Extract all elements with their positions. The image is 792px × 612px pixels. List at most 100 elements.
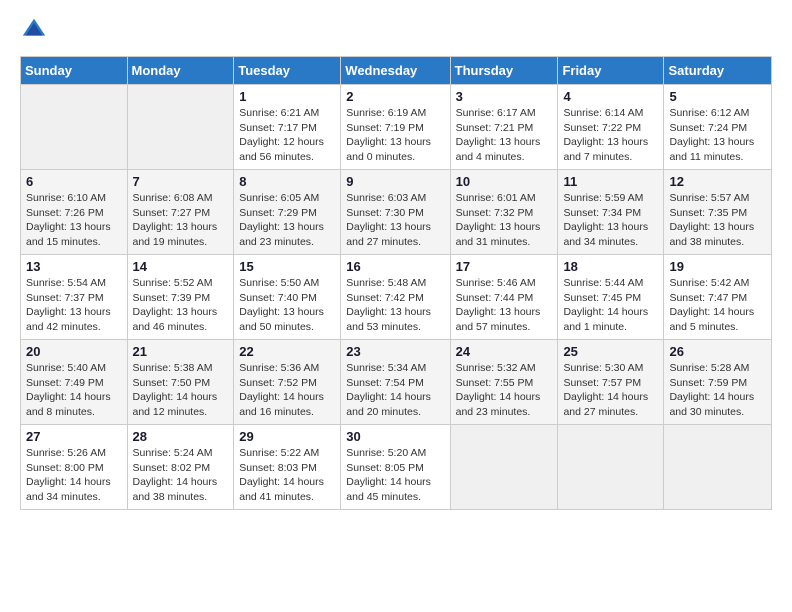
day-of-week-header: Sunday (21, 57, 128, 85)
day-info: Sunrise: 5:40 AMSunset: 7:49 PMDaylight:… (26, 361, 122, 420)
day-number: 22 (239, 344, 335, 359)
day-info: Sunrise: 5:48 AMSunset: 7:42 PMDaylight:… (346, 276, 444, 335)
day-number: 13 (26, 259, 122, 274)
day-info: Sunrise: 6:08 AMSunset: 7:27 PMDaylight:… (133, 191, 229, 250)
day-number: 6 (26, 174, 122, 189)
day-info: Sunrise: 6:21 AMSunset: 7:17 PMDaylight:… (239, 106, 335, 165)
day-number: 4 (563, 89, 658, 104)
day-number: 5 (669, 89, 766, 104)
calendar-cell: 29Sunrise: 5:22 AMSunset: 8:03 PMDayligh… (234, 425, 341, 510)
calendar-cell (450, 425, 558, 510)
day-info: Sunrise: 5:24 AMSunset: 8:02 PMDaylight:… (133, 446, 229, 505)
calendar-cell: 5 Sunrise: 6:12 AMSunset: 7:24 PMDaylight… (664, 85, 772, 170)
day-number: 19 (669, 259, 766, 274)
day-info: Sunrise: 5:57 AMSunset: 7:35 PMDaylight:… (669, 191, 766, 250)
calendar-cell: 30 Sunrise: 5:20 AMSunset: 8:05 PMDayligh… (341, 425, 450, 510)
calendar-cell: 14 Sunrise: 5:52 AMSunset: 7:39 PMDayligh… (127, 255, 234, 340)
calendar-cell: 19 Sunrise: 5:42 AMSunset: 7:47 PMDayligh… (664, 255, 772, 340)
calendar-cell: 13Sunrise: 5:54 AMSunset: 7:37 PMDayligh… (21, 255, 128, 340)
day-number: 25 (563, 344, 658, 359)
day-info: Sunrise: 5:38 AMSunset: 7:50 PMDaylight:… (133, 361, 229, 420)
day-info: Sunrise: 5:46 AMSunset: 7:44 PMDaylight:… (456, 276, 553, 335)
day-info: Sunrise: 5:34 AMSunset: 7:54 PMDaylight:… (346, 361, 444, 420)
calendar-cell: 11 Sunrise: 5:59 AMSunset: 7:34 PMDayligh… (558, 170, 664, 255)
calendar-cell: 10 Sunrise: 6:01 AMSunset: 7:32 PMDayligh… (450, 170, 558, 255)
day-of-week-header: Friday (558, 57, 664, 85)
day-of-week-header: Tuesday (234, 57, 341, 85)
day-info: Sunrise: 6:10 AMSunset: 7:26 PMDaylight:… (26, 191, 122, 250)
day-info: Sunrise: 5:52 AMSunset: 7:39 PMDaylight:… (133, 276, 229, 335)
day-number: 11 (563, 174, 658, 189)
day-info: Sunrise: 6:05 AMSunset: 7:29 PMDaylight:… (239, 191, 335, 250)
calendar-cell: 24 Sunrise: 5:32 AMSunset: 7:55 PMDayligh… (450, 340, 558, 425)
day-number: 30 (346, 429, 444, 444)
day-number: 9 (346, 174, 444, 189)
calendar-cell: 22Sunrise: 5:36 AMSunset: 7:52 PMDayligh… (234, 340, 341, 425)
calendar-cell: 18 Sunrise: 5:44 AMSunset: 7:45 PMDayligh… (558, 255, 664, 340)
calendar-cell (664, 425, 772, 510)
day-number: 21 (133, 344, 229, 359)
day-number: 18 (563, 259, 658, 274)
day-info: Sunrise: 6:12 AMSunset: 7:24 PMDaylight:… (669, 106, 766, 165)
calendar-cell: 1 Sunrise: 6:21 AMSunset: 7:17 PMDaylight… (234, 85, 341, 170)
day-number: 27 (26, 429, 122, 444)
day-number: 3 (456, 89, 553, 104)
day-of-week-header: Monday (127, 57, 234, 85)
day-number: 16 (346, 259, 444, 274)
day-of-week-header: Saturday (664, 57, 772, 85)
page-header (20, 16, 772, 44)
calendar-cell: 26 Sunrise: 5:28 AMSunset: 7:59 PMDayligh… (664, 340, 772, 425)
day-info: Sunrise: 5:26 AMSunset: 8:00 PMDaylight:… (26, 446, 122, 505)
day-info: Sunrise: 5:28 AMSunset: 7:59 PMDaylight:… (669, 361, 766, 420)
day-number: 20 (26, 344, 122, 359)
day-number: 23 (346, 344, 444, 359)
day-info: Sunrise: 5:59 AMSunset: 7:34 PMDaylight:… (563, 191, 658, 250)
calendar-cell: 7 Sunrise: 6:08 AMSunset: 7:27 PMDaylight… (127, 170, 234, 255)
day-info: Sunrise: 6:01 AMSunset: 7:32 PMDaylight:… (456, 191, 553, 250)
day-info: Sunrise: 5:42 AMSunset: 7:47 PMDaylight:… (669, 276, 766, 335)
day-number: 24 (456, 344, 553, 359)
day-number: 2 (346, 89, 444, 104)
calendar-cell: 21 Sunrise: 5:38 AMSunset: 7:50 PMDayligh… (127, 340, 234, 425)
day-info: Sunrise: 5:44 AMSunset: 7:45 PMDaylight:… (563, 276, 658, 335)
day-info: Sunrise: 5:20 AMSunset: 8:05 PMDaylight:… (346, 446, 444, 505)
calendar-cell: 4 Sunrise: 6:14 AMSunset: 7:22 PMDaylight… (558, 85, 664, 170)
day-number: 15 (239, 259, 335, 274)
calendar-cell: 3 Sunrise: 6:17 AMSunset: 7:21 PMDaylight… (450, 85, 558, 170)
day-info: Sunrise: 6:03 AMSunset: 7:30 PMDaylight:… (346, 191, 444, 250)
day-number: 7 (133, 174, 229, 189)
day-number: 12 (669, 174, 766, 189)
day-number: 26 (669, 344, 766, 359)
calendar-cell: 17 Sunrise: 5:46 AMSunset: 7:44 PMDayligh… (450, 255, 558, 340)
calendar-cell: 28Sunrise: 5:24 AMSunset: 8:02 PMDayligh… (127, 425, 234, 510)
calendar-table: SundayMondayTuesdayWednesdayThursdayFrid… (20, 56, 772, 510)
day-info: Sunrise: 6:14 AMSunset: 7:22 PMDaylight:… (563, 106, 658, 165)
day-of-week-header: Thursday (450, 57, 558, 85)
calendar-cell: 9 Sunrise: 6:03 AMSunset: 7:30 PMDaylight… (341, 170, 450, 255)
day-info: Sunrise: 5:50 AMSunset: 7:40 PMDaylight:… (239, 276, 335, 335)
logo-icon (20, 16, 48, 44)
calendar-cell: 23 Sunrise: 5:34 AMSunset: 7:54 PMDayligh… (341, 340, 450, 425)
day-number: 14 (133, 259, 229, 274)
day-number: 1 (239, 89, 335, 104)
logo (20, 16, 52, 44)
day-info: Sunrise: 6:17 AMSunset: 7:21 PMDaylight:… (456, 106, 553, 165)
day-number: 17 (456, 259, 553, 274)
calendar-cell: 12 Sunrise: 5:57 AMSunset: 7:35 PMDayligh… (664, 170, 772, 255)
day-info: Sunrise: 5:22 AMSunset: 8:03 PMDaylight:… (239, 446, 335, 505)
day-info: Sunrise: 6:19 AMSunset: 7:19 PMDaylight:… (346, 106, 444, 165)
calendar-cell: 25 Sunrise: 5:30 AMSunset: 7:57 PMDayligh… (558, 340, 664, 425)
day-number: 10 (456, 174, 553, 189)
calendar-cell (21, 85, 128, 170)
calendar-cell (127, 85, 234, 170)
calendar-cell: 27 Sunrise: 5:26 AMSunset: 8:00 PMDayligh… (21, 425, 128, 510)
day-number: 8 (239, 174, 335, 189)
calendar-cell: 6 Sunrise: 6:10 AMSunset: 7:26 PMDaylight… (21, 170, 128, 255)
calendar-cell: 15 Sunrise: 5:50 AMSunset: 7:40 PMDayligh… (234, 255, 341, 340)
calendar-cell: 2 Sunrise: 6:19 AMSunset: 7:19 PMDaylight… (341, 85, 450, 170)
day-info: Sunrise: 5:32 AMSunset: 7:55 PMDaylight:… (456, 361, 553, 420)
calendar-cell (558, 425, 664, 510)
day-info: Sunrise: 5:30 AMSunset: 7:57 PMDaylight:… (563, 361, 658, 420)
calendar-cell: 16 Sunrise: 5:48 AMSunset: 7:42 PMDayligh… (341, 255, 450, 340)
calendar-cell: 20 Sunrise: 5:40 AMSunset: 7:49 PMDayligh… (21, 340, 128, 425)
